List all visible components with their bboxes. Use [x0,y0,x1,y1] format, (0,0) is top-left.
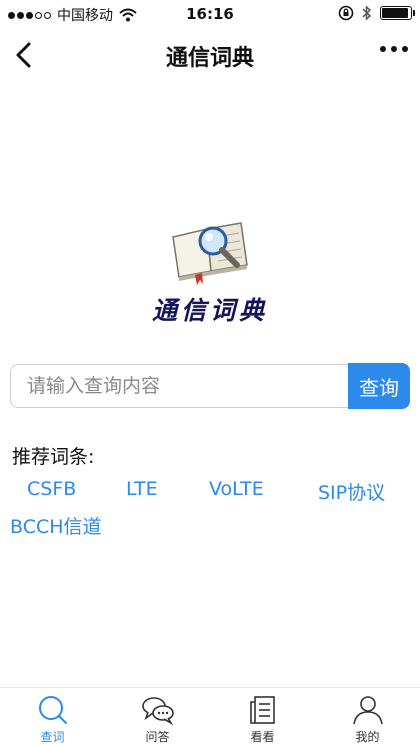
nav-bar: 通信词典 [0,28,420,82]
recommend-title: 推荐词条: [12,446,95,468]
status-right [338,5,415,21]
search-icon [38,696,67,724]
search-input[interactable] [10,364,348,408]
tab-browse[interactable]: 看看 [210,688,315,746]
recommend-item-bcch[interactable]: BCCH信道 [10,512,102,539]
recommend-item-lte[interactable]: LTE [126,478,158,500]
person-icon [352,696,383,725]
tab-mine[interactable]: 我的 [315,688,420,746]
battery-icon [380,6,415,20]
tab-search[interactable]: 查词 [0,688,105,746]
more-dot-icon [391,46,397,52]
tab-label: 查词 [40,730,65,744]
tab-label: 我的 [355,730,380,744]
tab-bar: 查词 问答 看看 我的 [0,687,420,746]
news-icon [249,696,275,724]
rotation-lock-icon [338,5,354,21]
status-bar: 中国移动 16:16 [0,0,420,28]
more-dot-icon [380,46,386,52]
recommend-item-sip[interactable]: SIP协议 [318,478,385,505]
search-row: 查询 [10,363,410,410]
search-button[interactable]: 查询 [348,363,410,409]
dictionary-book-icon [172,222,248,285]
logo-text: 通信词典 [151,296,268,325]
app-logo: 通信词典 [0,215,420,327]
bluetooth-icon [362,5,372,21]
chat-bubbles-icon [141,697,174,726]
recommend-item-csfb[interactable]: CSFB [27,478,76,500]
more-dot-icon [402,46,408,52]
recommend-item-volte[interactable]: VoLTE [209,478,264,500]
tab-qa[interactable]: 问答 [105,688,210,746]
page-title: 通信词典 [165,46,254,71]
tab-label: 看看 [250,730,275,744]
tab-label: 问答 [145,730,170,744]
more-options-button[interactable] [380,46,408,52]
